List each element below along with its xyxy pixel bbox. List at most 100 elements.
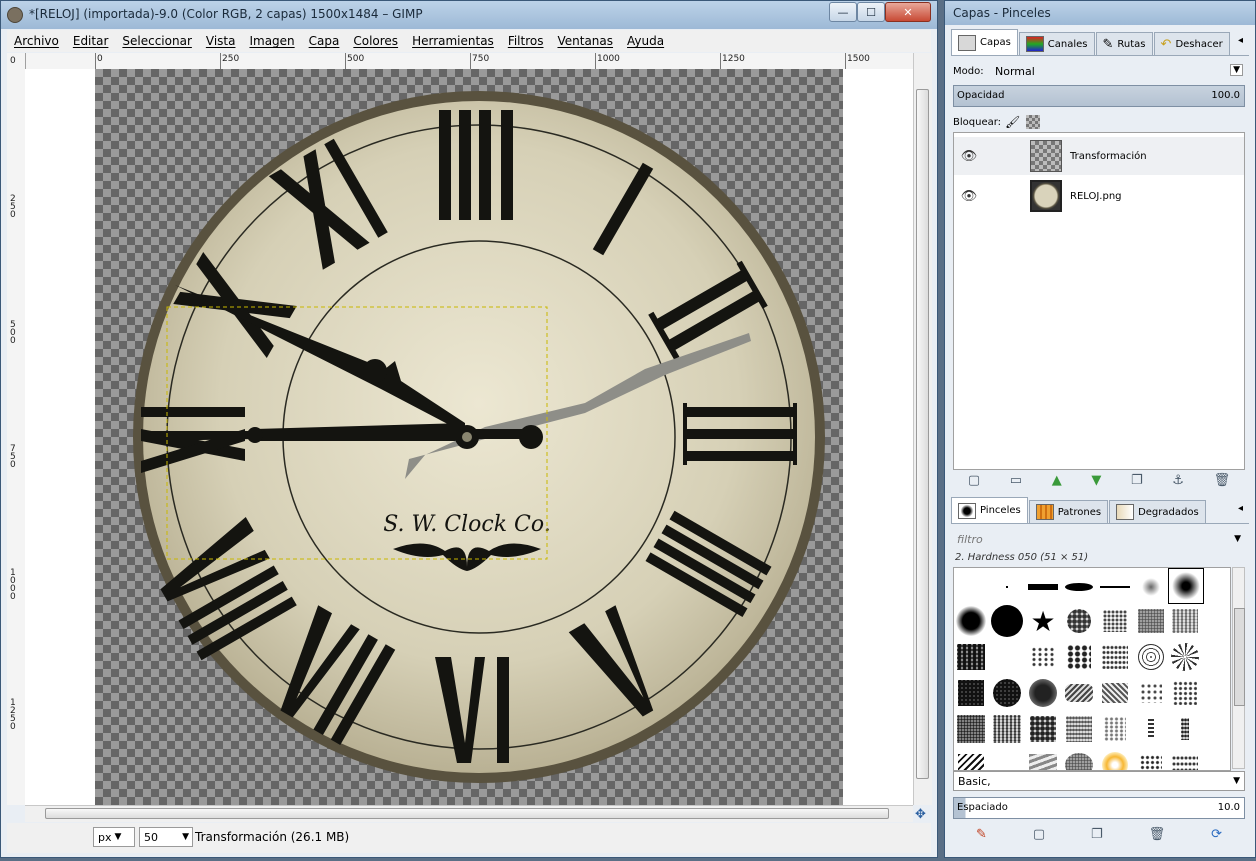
delete-brush-icon[interactable]: 🗑 — [1149, 827, 1166, 842]
brush-item[interactable] — [1098, 676, 1132, 710]
anchor-layer-icon[interactable]: ⚓ — [1172, 473, 1184, 488]
tab-degradados[interactable]: Degradados — [1109, 500, 1206, 523]
eye-icon[interactable]: 👁 — [960, 189, 978, 204]
menu-herramientas[interactable]: Herramientas — [405, 34, 501, 48]
eye-icon[interactable]: 👁 — [960, 149, 978, 164]
star-brush-icon[interactable]: ★ — [1026, 604, 1060, 638]
mode-selector[interactable]: Normal — [991, 61, 1245, 81]
minimize-button[interactable]: — — [829, 2, 857, 22]
brush-item[interactable] — [1168, 676, 1202, 710]
brush-item[interactable] — [1098, 640, 1132, 674]
brush-item[interactable] — [1168, 712, 1202, 746]
menu-capa[interactable]: Capa — [302, 34, 347, 48]
brush-item[interactable] — [1098, 712, 1132, 746]
raise-layer-icon[interactable]: ▲ — [1052, 473, 1062, 488]
brush-item[interactable] — [1026, 748, 1060, 770]
menu-archivo[interactable]: Archivo — [7, 34, 66, 48]
refresh-brushes-icon[interactable]: ⟳ — [1211, 827, 1222, 842]
menu-filtros[interactable]: Filtros — [501, 34, 551, 48]
brush-grid[interactable]: ★ — [953, 567, 1231, 771]
new-layer-icon[interactable]: ▢ — [968, 473, 980, 488]
new-brush-icon[interactable]: ▢ — [1033, 827, 1045, 842]
image-canvas[interactable]: S. W. Clock Co. — [25, 69, 913, 805]
menu-ayuda[interactable]: Ayuda — [620, 34, 671, 48]
tab-patrones[interactable]: Patrones — [1028, 500, 1109, 523]
brush-item[interactable] — [1062, 676, 1096, 710]
tab-rutas[interactable]: ✎ Rutas — [1095, 32, 1153, 55]
brush-item[interactable] — [1168, 640, 1202, 674]
maximize-button[interactable]: ☐ — [857, 2, 885, 22]
duplicate-layer-icon[interactable]: ❐ — [1131, 473, 1143, 488]
brush-item[interactable] — [954, 748, 988, 770]
brush-item[interactable] — [954, 676, 988, 710]
horizontal-scrollbar-thumb[interactable] — [45, 808, 889, 819]
brush-item[interactable] — [990, 570, 1024, 604]
duplicate-brush-icon[interactable]: ❐ — [1091, 827, 1103, 842]
image-window-titlebar[interactable]: *[RELOJ] (importada)-9.0 (Color RGB, 2 c… — [1, 1, 937, 29]
brush-item[interactable] — [1134, 640, 1168, 674]
brush-item[interactable] — [1026, 570, 1060, 604]
edit-brush-icon[interactable]: ✎ — [976, 827, 987, 842]
menu-ventanas[interactable]: Ventanas — [550, 34, 620, 48]
zoom-selector[interactable]: 50 ▼ — [139, 827, 193, 847]
brush-item[interactable] — [1134, 712, 1168, 746]
menu-seleccionar[interactable]: Seleccionar — [115, 34, 198, 48]
lock-alpha-icon[interactable] — [1026, 115, 1041, 129]
spacing-slider[interactable]: Espaciado 10.0 — [953, 797, 1245, 819]
brush-item[interactable] — [1134, 676, 1168, 710]
brush-item[interactable] — [1026, 640, 1060, 674]
brush-tag-field[interactable]: Basic, ▼ — [953, 771, 1245, 791]
horizontal-ruler[interactable]: 0 250 500 750 1000 1250 1500 — [25, 53, 913, 70]
brush-item[interactable] — [1026, 676, 1060, 710]
tab-capas[interactable]: Capas — [951, 29, 1018, 55]
menu-editar[interactable]: Editar — [66, 34, 116, 48]
dock-menu-icon[interactable]: ◂ — [1238, 503, 1243, 514]
brush-grid-scrollbar[interactable] — [1232, 567, 1245, 769]
chevron-down-icon[interactable]: ▼ — [1230, 64, 1243, 76]
tab-deshacer[interactable]: ↶ Deshacer — [1153, 32, 1230, 55]
brush-item[interactable] — [1098, 748, 1132, 770]
menu-imagen[interactable]: Imagen — [242, 34, 301, 48]
lock-pixels-icon[interactable]: 🖌 — [1005, 115, 1020, 129]
brush-item[interactable] — [954, 604, 988, 638]
brush-item[interactable] — [954, 712, 988, 746]
brush-grid-scrollbar-thumb[interactable] — [1234, 608, 1245, 706]
horizontal-scrollbar[interactable] — [25, 805, 913, 822]
brush-item[interactable] — [1168, 748, 1202, 770]
menu-vista[interactable]: Vista — [199, 34, 243, 48]
brush-item[interactable] — [954, 640, 988, 674]
menu-colores[interactable]: Colores — [346, 34, 405, 48]
brush-item[interactable] — [1134, 748, 1168, 770]
delete-layer-icon[interactable]: 🗑 — [1214, 473, 1231, 488]
brush-item[interactable] — [1134, 570, 1168, 604]
opacity-slider[interactable]: Opacidad 100.0 — [953, 85, 1245, 107]
brush-item[interactable] — [1098, 604, 1132, 638]
brush-item[interactable] — [1062, 640, 1096, 674]
brush-item[interactable] — [1168, 604, 1202, 638]
dock-menu-icon[interactable]: ◂ — [1238, 35, 1243, 46]
brush-item[interactable] — [990, 676, 1024, 710]
brush-item[interactable] — [1098, 570, 1132, 604]
brush-item-selected[interactable] — [1168, 568, 1204, 604]
vertical-scrollbar[interactable] — [913, 53, 932, 805]
brush-item[interactable] — [1062, 604, 1096, 638]
vertical-ruler[interactable]: 0 250 500 750 1000 1250 — [7, 53, 26, 805]
brush-item[interactable] — [990, 712, 1024, 746]
dock-titlebar[interactable]: Capas - Pinceles — [945, 1, 1255, 25]
brush-item[interactable] — [1062, 712, 1096, 746]
brush-filter[interactable]: filtro ▼ — [953, 529, 1245, 549]
brush-item[interactable] — [1062, 748, 1096, 770]
brush-item[interactable] — [990, 604, 1024, 638]
new-group-icon[interactable]: ▭ — [1010, 473, 1022, 488]
vertical-scrollbar-thumb[interactable] — [916, 89, 929, 779]
lower-layer-icon[interactable]: ▼ — [1091, 473, 1101, 488]
navigate-icon[interactable]: ✥ — [915, 807, 926, 822]
unit-selector[interactable]: px ▼ — [93, 827, 135, 847]
brush-item[interactable] — [1062, 570, 1096, 604]
close-button[interactable]: ✕ — [885, 2, 931, 22]
layer-row[interactable]: 👁 RELOJ.png — [954, 177, 1244, 215]
tab-pinceles[interactable]: Pinceles — [951, 497, 1028, 523]
tab-canales[interactable]: Canales — [1018, 32, 1095, 55]
layer-row[interactable]: 👁 Transformación — [954, 137, 1244, 175]
brush-item[interactable] — [1026, 712, 1060, 746]
